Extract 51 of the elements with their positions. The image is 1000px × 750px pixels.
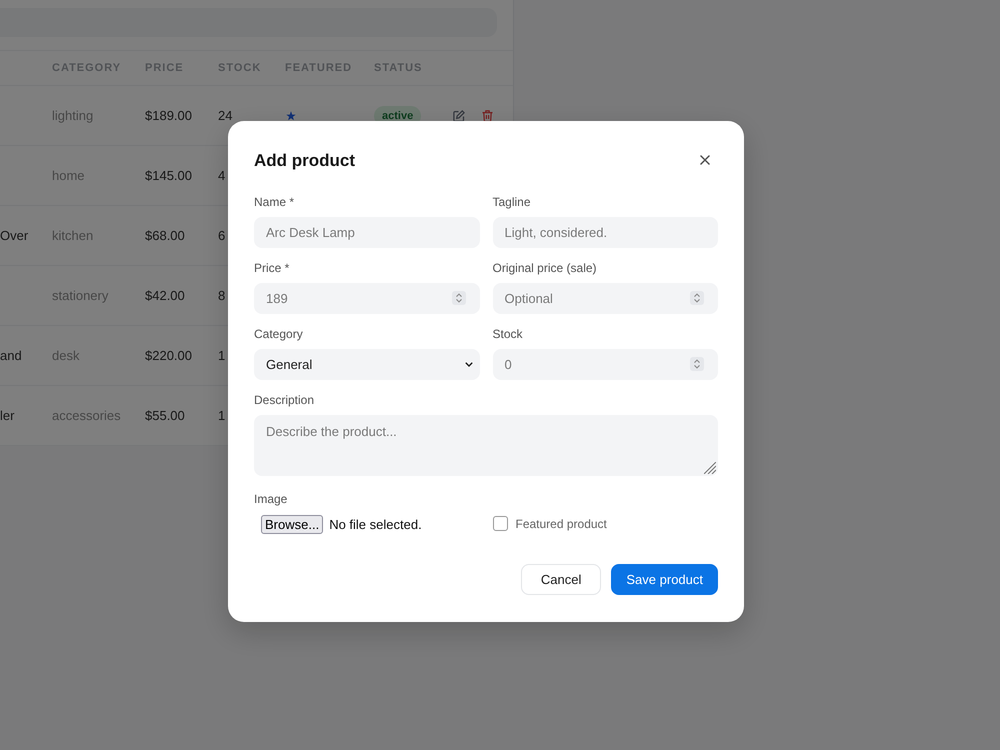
stock-cell: 24 [218, 108, 232, 122]
stock-cell: 1 [218, 348, 226, 362]
field-label: Image [254, 492, 288, 507]
stock-cell: 8 [218, 288, 226, 302]
chevron-down-icon [464, 362, 472, 367]
product-name-cell-text: and [0, 348, 23, 363]
spinner-icon[interactable] [690, 291, 704, 305]
field-label: Name * [254, 195, 296, 210]
product-name-cell-text: ler [0, 408, 16, 423]
spinner-icon[interactable] [452, 291, 466, 305]
price-cell: $220.00 [145, 348, 192, 362]
checkbox[interactable] [492, 516, 508, 531]
stock-cell: 4 [218, 168, 226, 182]
price-cell: $189.00 [145, 108, 192, 122]
category-cell: kitchen [52, 228, 94, 242]
number-input[interactable]: Optional [492, 283, 718, 314]
field-label: Price * [254, 261, 290, 276]
trash-icon[interactable] [482, 110, 493, 122]
checkbox-label[interactable]: Featured product [516, 516, 607, 530]
resize-grip-icon[interactable] [704, 462, 716, 474]
field-label: Category [254, 327, 304, 342]
browse-button[interactable]: Browse... [261, 515, 324, 534]
category-dropdown[interactable]: General [254, 349, 480, 380]
price-cell: $145.00 [145, 168, 192, 182]
edit-icon[interactable] [453, 110, 465, 122]
description-textarea[interactable]: Describe the product... [254, 415, 718, 476]
price-cell: $68.00 [145, 228, 185, 242]
cancel-button[interactable]: Cancel [520, 564, 602, 595]
text-input[interactable]: Light, considered. [492, 217, 718, 248]
field-label: Stock [492, 327, 524, 342]
field-label: Original price (sale) [492, 261, 598, 276]
category-cell: accessories [52, 408, 121, 422]
product-name-cell-text: Over [0, 228, 30, 243]
number-input[interactable]: 189 [254, 283, 480, 314]
number-input[interactable]: 0 [492, 349, 718, 380]
dialog-title: Add product [254, 151, 356, 171]
category-cell: desk [52, 348, 80, 362]
file-status-text: No file selected. [329, 517, 422, 532]
field-label: Description [254, 393, 316, 408]
price-cell: $55.00 [145, 408, 185, 422]
close-icon[interactable] [700, 155, 710, 165]
category-cell: lighting [52, 108, 94, 122]
category-cell: home [52, 168, 85, 182]
save-button[interactable]: Save product [611, 564, 718, 595]
stock-cell: 1 [218, 408, 226, 422]
price-cell: $42.00 [145, 288, 185, 302]
category-cell: stationery [52, 288, 108, 302]
spinner-icon[interactable] [690, 357, 704, 371]
field-label: Tagline [492, 195, 532, 210]
text-input[interactable]: Arc Desk Lamp [254, 217, 480, 248]
stock-cell: 6 [218, 228, 226, 242]
